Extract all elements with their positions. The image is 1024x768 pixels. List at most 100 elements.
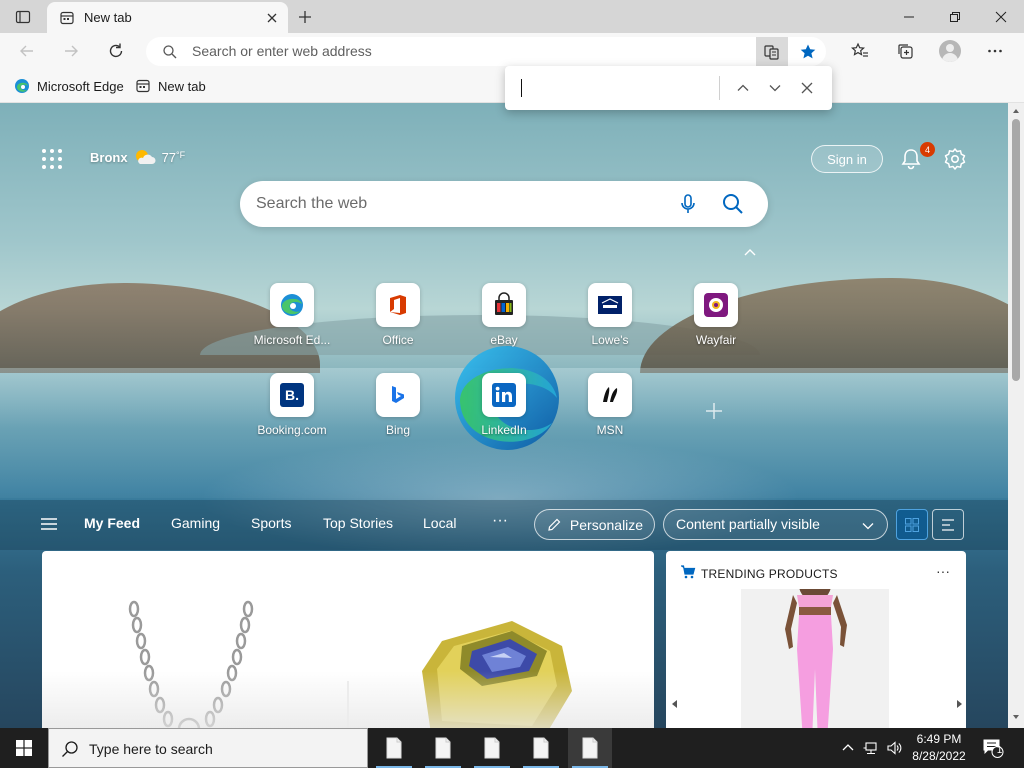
- hamburger-menu-icon[interactable]: [40, 517, 58, 531]
- taskbar-app-2[interactable]: [421, 728, 465, 768]
- back-button[interactable]: [12, 36, 42, 66]
- quick-link-wayfair[interactable]: Wayfair: [666, 283, 766, 363]
- taskbar-app-3[interactable]: [470, 728, 514, 768]
- show-hidden-icons-chevron-up-icon[interactable]: [840, 740, 856, 756]
- gear-icon[interactable]: [942, 146, 968, 172]
- scroll-up-arrow-icon[interactable]: [1012, 107, 1020, 115]
- add-quick-link-icon[interactable]: [702, 399, 726, 423]
- address-bar[interactable]: Search or enter web address: [146, 37, 826, 66]
- close-tab-icon[interactable]: [264, 10, 280, 26]
- grid-layout-button[interactable]: [896, 509, 928, 540]
- start-button[interactable]: [0, 728, 48, 768]
- product-image[interactable]: [741, 589, 889, 728]
- trending-products-card[interactable]: TRENDING PRODUCTS ···: [666, 551, 966, 728]
- taskbar-search-input[interactable]: Type here to search: [89, 741, 213, 757]
- weather-widget[interactable]: Bronx 77°F: [90, 148, 185, 166]
- back-arrow-icon: [20, 45, 33, 57]
- close-icon: [801, 82, 813, 94]
- new-tab-button[interactable]: [292, 4, 318, 30]
- settings-more-button[interactable]: [979, 36, 1011, 66]
- minimize-button[interactable]: [886, 0, 932, 33]
- refresh-icon: [109, 43, 123, 58]
- collections-button[interactable]: [889, 36, 921, 66]
- content-visibility-dropdown[interactable]: Content partially visible: [663, 509, 888, 540]
- document-icon: [435, 737, 451, 759]
- text-cursor: [521, 79, 522, 97]
- profile-button[interactable]: [934, 36, 966, 66]
- address-input[interactable]: Search or enter web address: [192, 43, 372, 59]
- sign-in-button[interactable]: Sign in: [811, 145, 883, 173]
- tab-sports[interactable]: Sports: [251, 515, 291, 531]
- add-favorite-button[interactable]: [792, 37, 824, 66]
- find-input[interactable]: [519, 76, 719, 100]
- quick-link-label: eBay: [490, 333, 518, 347]
- windows-taskbar: Type here to search 6:49 PM 8/28/2022 1: [0, 728, 1024, 768]
- find-previous-button[interactable]: [732, 77, 754, 99]
- feed-card[interactable]: [42, 551, 654, 728]
- quick-link-bing[interactable]: Bing: [348, 373, 448, 453]
- taskbar-search-box[interactable]: Type here to search: [48, 728, 368, 768]
- volume-icon[interactable]: [886, 740, 902, 756]
- tab-top-stories[interactable]: Top Stories: [323, 515, 393, 531]
- tab-my-feed[interactable]: My Feed: [84, 515, 140, 531]
- favorite-label: New tab: [158, 78, 206, 94]
- quick-link-ebay[interactable]: eBay: [454, 283, 554, 363]
- linkedin-icon: [482, 373, 526, 417]
- favorite-microsoft-edge[interactable]: Microsoft Edge: [14, 75, 124, 97]
- immersive-reader-button[interactable]: [756, 37, 788, 66]
- collections-icon: [898, 44, 913, 59]
- feed-navigation: My Feed Gaming Sports Top Stories Local …: [0, 500, 1008, 550]
- tab-gaming[interactable]: Gaming: [171, 515, 220, 531]
- personalize-button[interactable]: Personalize: [534, 509, 655, 540]
- forward-button[interactable]: [56, 36, 86, 66]
- favorites-button[interactable]: [844, 36, 876, 66]
- favorites-icon: [851, 42, 868, 57]
- taskbar-app-4[interactable]: [519, 728, 563, 768]
- tab-title: New tab: [84, 10, 132, 25]
- network-icon[interactable]: [863, 740, 879, 756]
- quick-link-linkedin[interactable]: LinkedIn: [454, 373, 554, 453]
- trending-title: TRENDING PRODUCTS: [701, 567, 838, 581]
- system-clock[interactable]: 6:49 PM 8/28/2022: [906, 731, 972, 765]
- list-layout-button[interactable]: [932, 509, 964, 540]
- tab-actions-menu-button[interactable]: [8, 4, 38, 30]
- next-arrow-icon[interactable]: [954, 699, 964, 709]
- star-filled-icon: [800, 44, 816, 58]
- svg-text:B.: B.: [285, 387, 299, 403]
- favorite-new-tab[interactable]: New tab: [135, 75, 206, 97]
- app-launcher-button[interactable]: [40, 147, 64, 171]
- close-window-button[interactable]: [978, 0, 1024, 33]
- tab-new-tab[interactable]: New tab: [47, 2, 288, 33]
- minimize-icon: [904, 16, 914, 17]
- quick-link-label: Lowe's: [591, 333, 629, 347]
- quick-link-office[interactable]: Office: [348, 283, 448, 363]
- close-find-button[interactable]: [796, 77, 818, 99]
- quick-link-lowes[interactable]: Lowe's: [560, 283, 660, 363]
- more-tabs-button[interactable]: ···: [492, 512, 514, 534]
- action-center-button[interactable]: 1: [982, 738, 1004, 758]
- quick-link-microsoft-edge[interactable]: Microsoft Ed...: [242, 283, 342, 363]
- quick-link-msn[interactable]: MSN: [560, 373, 660, 453]
- office-icon: [376, 283, 420, 327]
- page-scrollbar[interactable]: [1008, 103, 1024, 728]
- close-icon: [995, 11, 1007, 22]
- previous-arrow-icon[interactable]: [670, 699, 680, 709]
- quick-link-booking[interactable]: B. Booking.com: [242, 373, 342, 453]
- microphone-icon[interactable]: [676, 192, 700, 216]
- document-icon: [386, 737, 402, 759]
- web-search-input[interactable]: Search the web: [256, 195, 367, 213]
- taskbar-app-1[interactable]: [372, 728, 416, 768]
- quick-link-label: LinkedIn: [481, 423, 527, 437]
- card-more-button[interactable]: ···: [936, 563, 950, 579]
- find-next-button[interactable]: [764, 77, 786, 99]
- tab-local[interactable]: Local: [423, 515, 456, 531]
- search-icon[interactable]: [720, 191, 746, 217]
- web-search-box[interactable]: Search the web: [240, 181, 768, 227]
- refresh-button[interactable]: [101, 36, 131, 66]
- taskbar-app-5[interactable]: [568, 728, 612, 768]
- scrollbar-thumb[interactable]: [1012, 119, 1020, 381]
- chevron-up-icon[interactable]: [742, 245, 758, 261]
- restore-button[interactable]: [932, 0, 978, 33]
- bing-icon: [376, 373, 420, 417]
- scroll-down-arrow-icon[interactable]: [1012, 713, 1020, 721]
